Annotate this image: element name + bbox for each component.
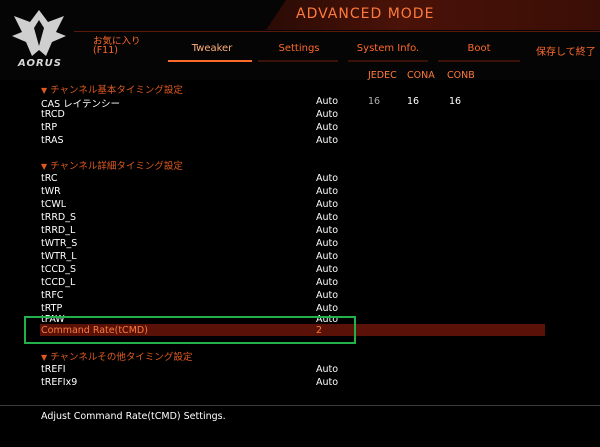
column-header-conb: CONB <box>447 70 475 81</box>
tab-underline-active <box>168 60 252 62</box>
setting-label-trefi: tREFI <box>41 364 66 375</box>
column-header-cona: CONA <box>407 70 435 81</box>
setting-value-trrd-l[interactable]: Auto <box>316 225 338 236</box>
setting-label-trp: tRP <box>41 122 58 133</box>
setting-label-twr: tWR <box>41 186 61 197</box>
setting-label-twtr-l: tWTR_L <box>41 251 77 262</box>
jedec-value-cas: 16 <box>368 96 381 107</box>
section-misc-timing[interactable]: ▼ チャンネルその他タイミング設定 <box>41 349 192 363</box>
section-label: チャンネルその他タイミング設定 <box>50 352 193 363</box>
setting-value-trcd[interactable]: Auto <box>316 109 338 120</box>
section-advanced-timing[interactable]: ▼ チャンネル詳細タイミング設定 <box>41 158 183 172</box>
tab-underline <box>348 60 428 62</box>
highlight-annotation-box <box>24 316 356 344</box>
setting-label-tcwl: tCWL <box>41 199 67 210</box>
setting-label-trtp: tRTP <box>41 303 63 314</box>
setting-label-trrd-s: tRRD_S <box>41 212 77 223</box>
setting-value-trtp[interactable]: Auto <box>316 303 338 314</box>
mode-title: ADVANCED MODE <box>296 6 435 22</box>
setting-label-tccd-s: tCCD_S <box>41 264 77 275</box>
setting-value-trp[interactable]: Auto <box>316 122 338 133</box>
setting-value-trfc[interactable]: Auto <box>316 290 338 301</box>
setting-value-tras[interactable]: Auto <box>316 135 338 146</box>
collapse-triangle-icon: ▼ <box>41 86 48 95</box>
collapse-triangle-icon: ▼ <box>41 162 48 171</box>
tab-tweaker[interactable]: Tweaker <box>172 43 252 54</box>
setting-value-twr[interactable]: Auto <box>316 186 338 197</box>
setting-value-trefix9[interactable]: Auto <box>316 377 338 388</box>
setting-value-trefi[interactable]: Auto <box>316 364 338 375</box>
footer-divider <box>0 405 600 406</box>
setting-value-trrd-s[interactable]: Auto <box>316 212 338 223</box>
setting-label-trc: tRC <box>41 173 58 184</box>
setting-value-trc[interactable]: Auto <box>316 173 338 184</box>
tab-settings[interactable]: Settings <box>263 43 335 54</box>
setting-value-twtr-l[interactable]: Auto <box>316 251 338 262</box>
setting-label-twtr-s: tWTR_S <box>41 238 78 249</box>
setting-label-cas: CAS レイテンシー <box>41 99 120 110</box>
section-label: チャンネル基本タイミング設定 <box>50 85 183 96</box>
conb-value-cas: 16 <box>449 96 462 107</box>
setting-label-trefix9: tREFIx9 <box>41 377 78 388</box>
help-text: Adjust Command Rate(tCMD) Settings. <box>41 411 226 422</box>
setting-label-trcd: tRCD <box>41 109 65 120</box>
tab-underline <box>258 60 338 62</box>
setting-label-tras: tRAS <box>41 135 64 146</box>
tab-system-info[interactable]: System Info. <box>352 43 424 54</box>
collapse-triangle-icon: ▼ <box>41 353 48 362</box>
setting-value-tccd-s[interactable]: Auto <box>316 264 338 275</box>
cona-value-cas: 16 <box>407 96 420 107</box>
header-bar: AORUS ADVANCED MODE お気に入り (F11) Tweaker … <box>0 0 600 80</box>
setting-value-tccd-l[interactable]: Auto <box>316 277 338 288</box>
setting-value-cas[interactable]: Auto <box>316 96 338 107</box>
section-basic-timing[interactable]: ▼ チャンネル基本タイミング設定 <box>41 82 183 96</box>
column-header-jedec: JEDEC <box>368 70 397 81</box>
logo-text: AORUS <box>18 58 62 69</box>
tab-favorites-key[interactable]: (F11) <box>93 45 118 56</box>
setting-label-trfc: tRFC <box>41 290 64 301</box>
setting-label-trrd-l: tRRD_L <box>41 225 76 236</box>
tab-underline <box>438 60 520 62</box>
setting-value-tcwl[interactable]: Auto <box>316 199 338 210</box>
tab-boot[interactable]: Boot <box>444 43 514 54</box>
section-label: チャンネル詳細タイミング設定 <box>50 161 183 172</box>
header-divider <box>74 31 600 32</box>
tab-save-exit[interactable]: 保存して終了 <box>536 43 600 58</box>
setting-value-twtr-s[interactable]: Auto <box>316 238 338 249</box>
setting-label-tccd-l: tCCD_L <box>41 277 76 288</box>
